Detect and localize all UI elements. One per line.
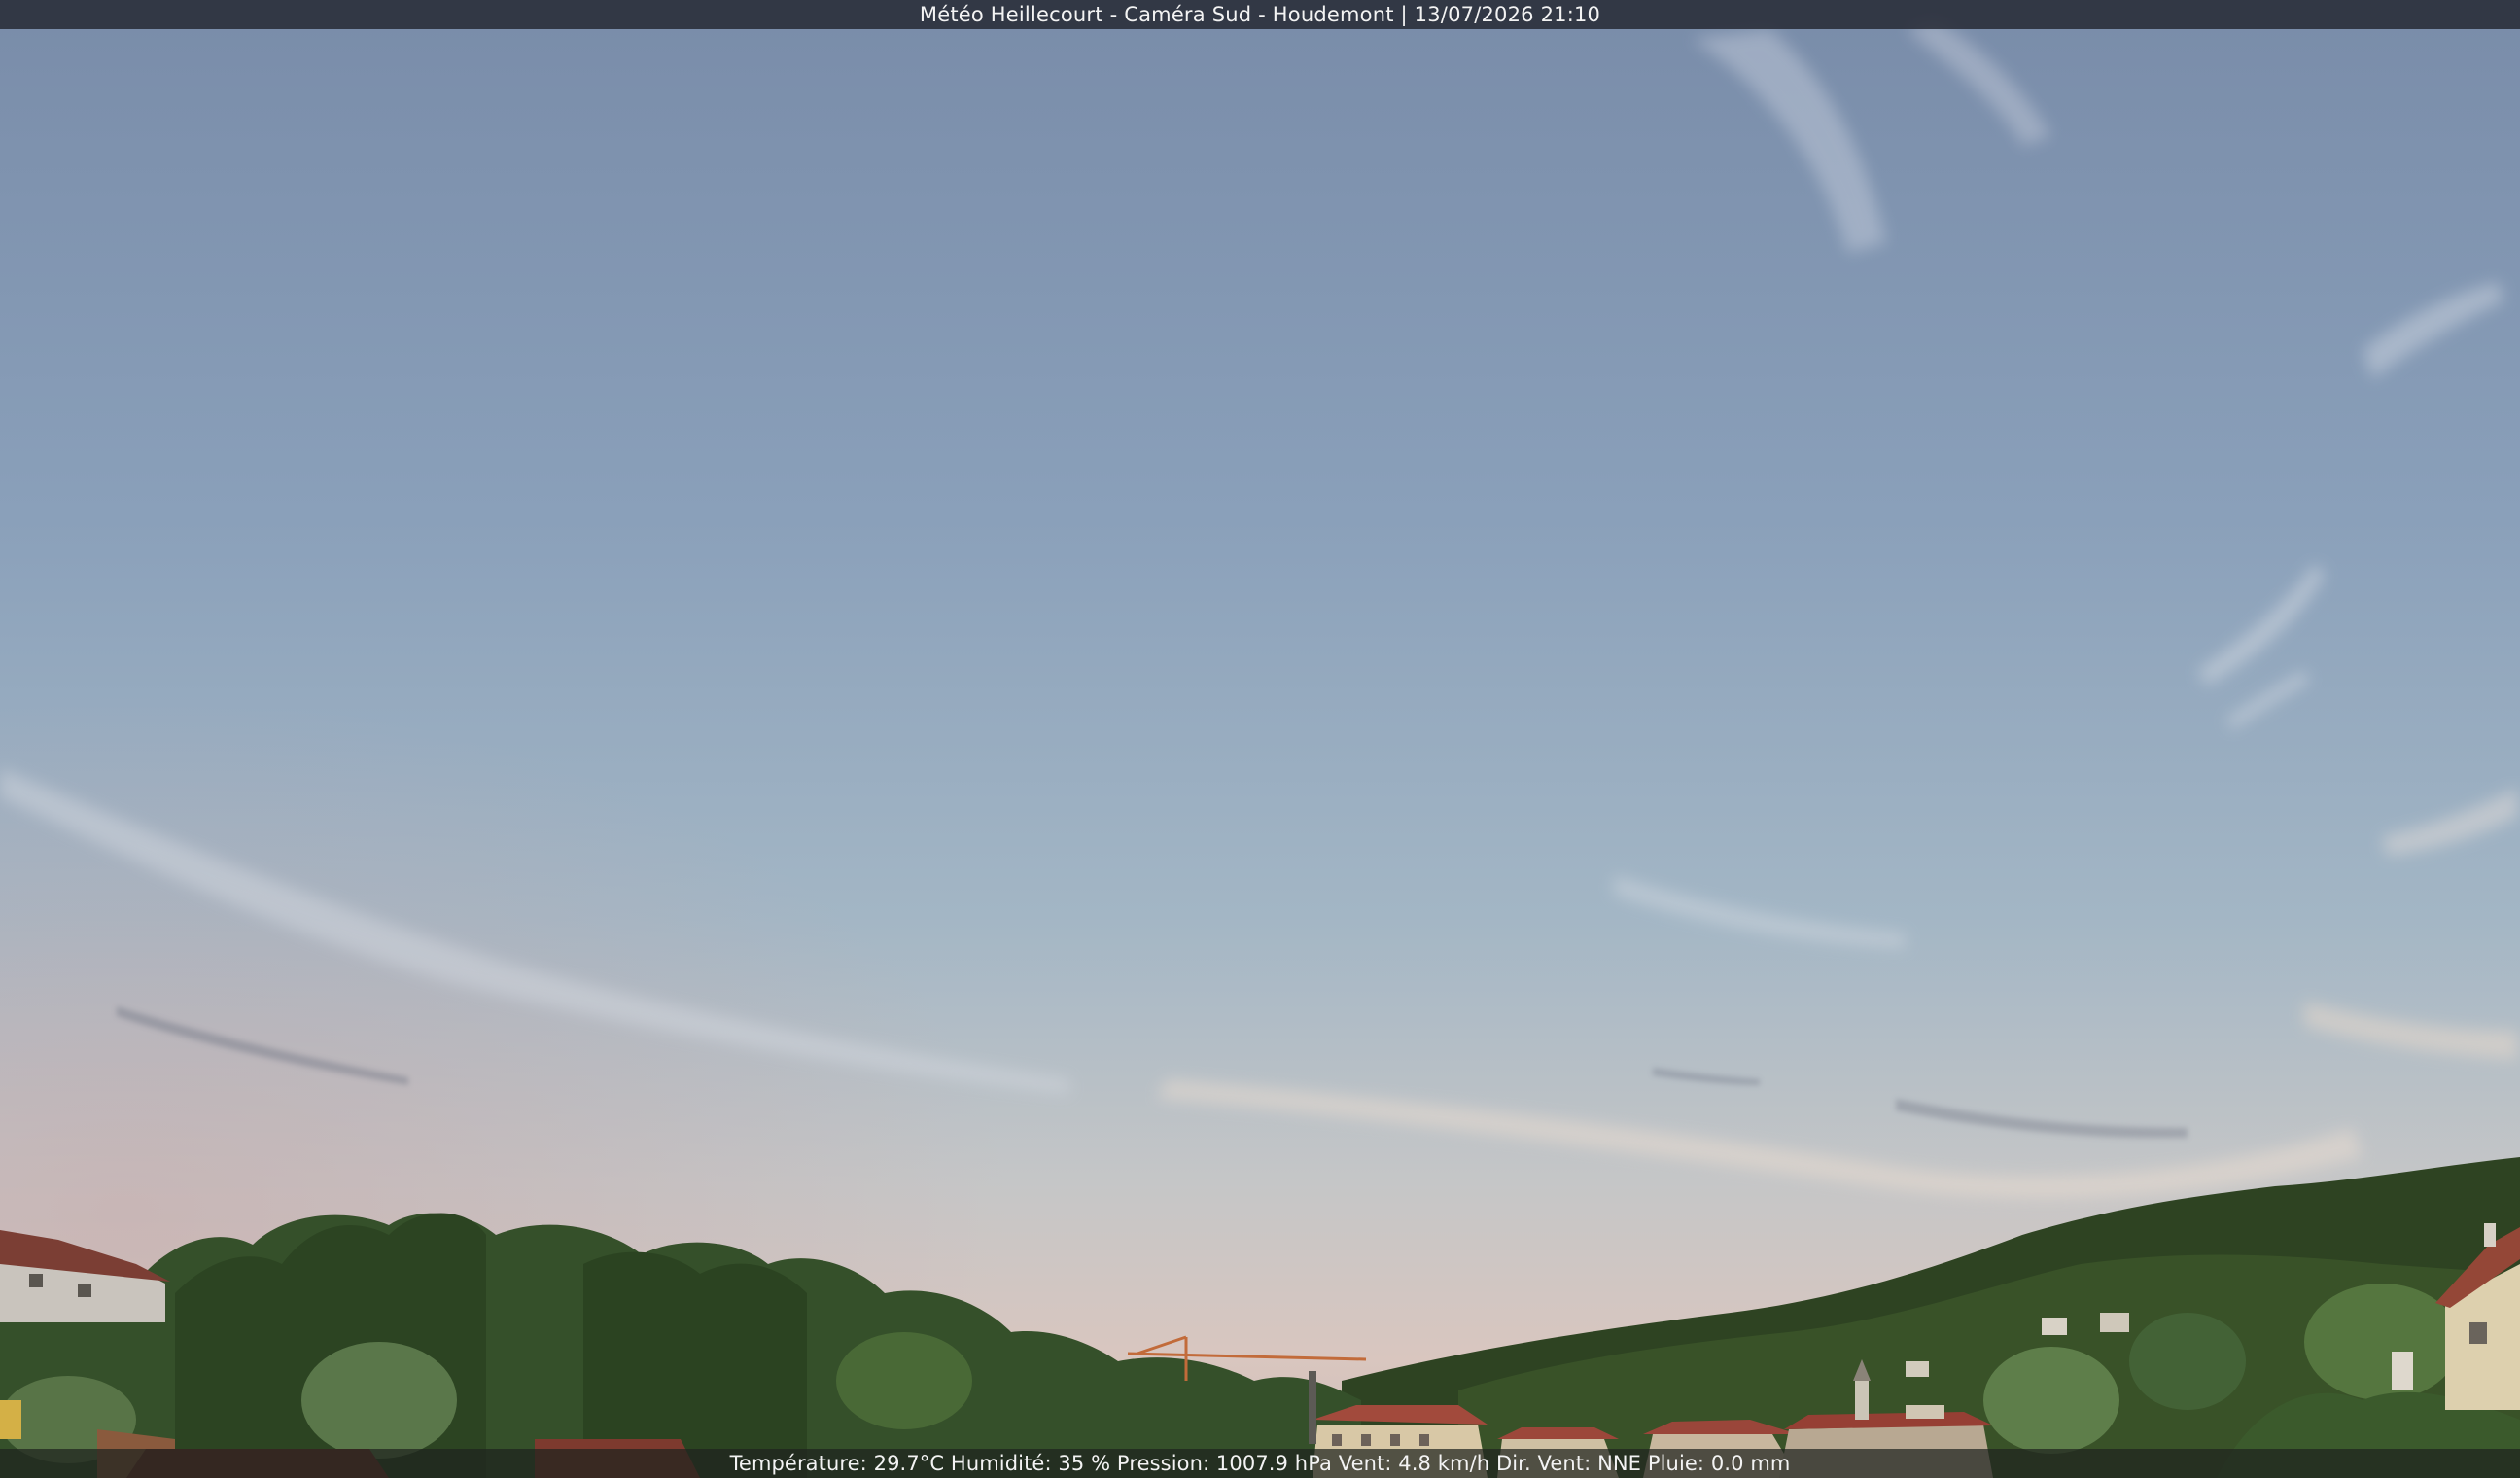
camera-title: Météo Heillecourt - Caméra Sud - Houdemo… <box>919 3 1601 26</box>
overlay-title-bar: Météo Heillecourt - Caméra Sud - Houdemo… <box>0 0 2520 29</box>
webcam-frame: Météo Heillecourt - Caméra Sud - Houdemo… <box>0 0 2520 1478</box>
webcam-image <box>0 0 2520 1478</box>
weather-readout: Température: 29.7°C Humidité: 35 % Press… <box>729 1452 1791 1475</box>
weather-readout-bar: Température: 29.7°C Humidité: 35 % Press… <box>0 1449 2520 1478</box>
